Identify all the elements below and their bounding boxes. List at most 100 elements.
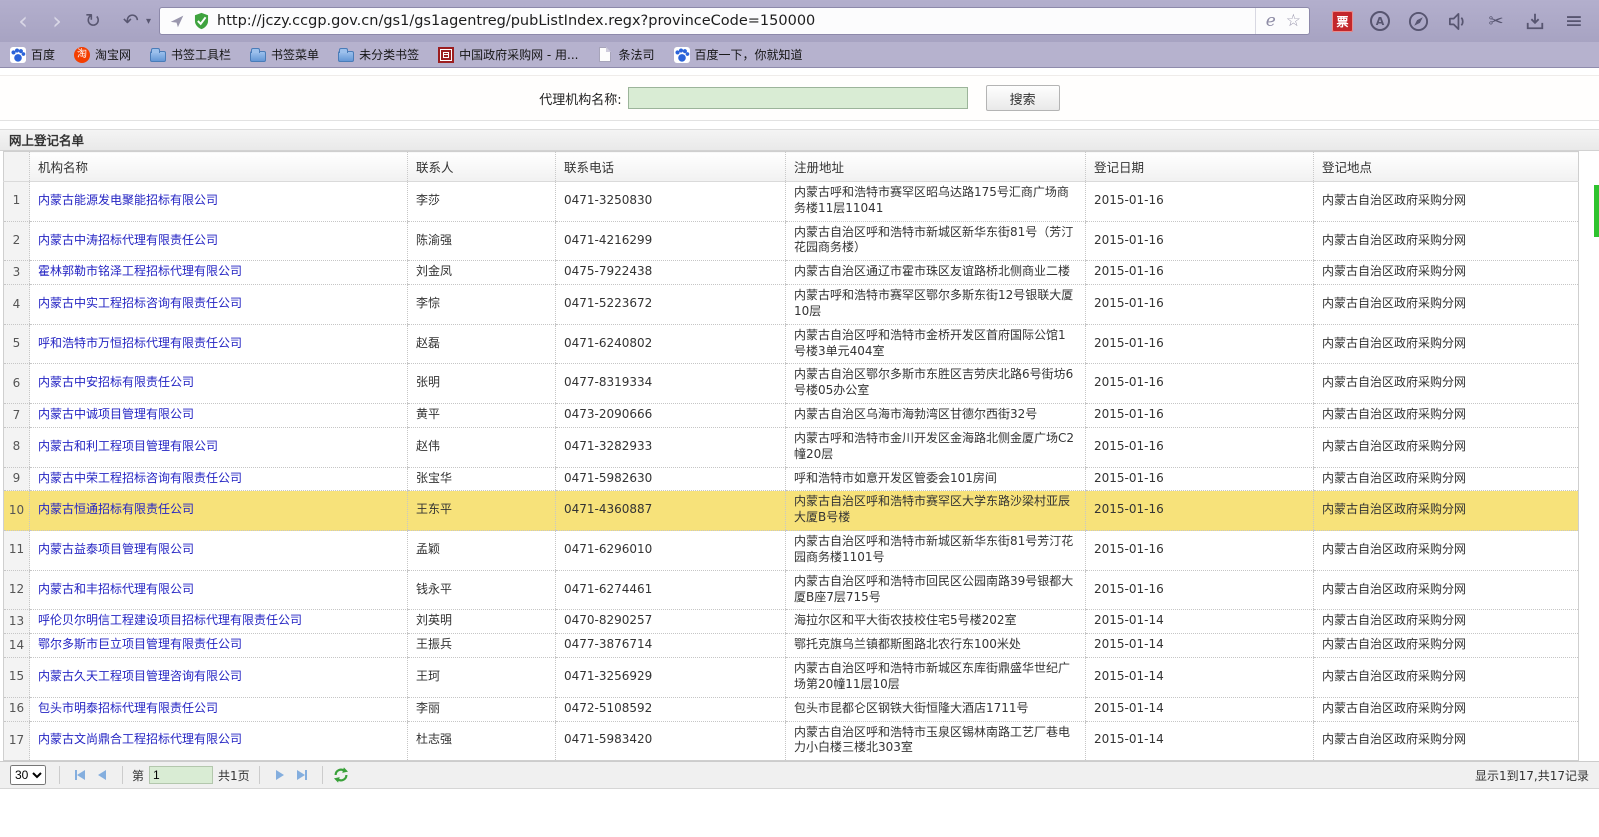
org-name-link[interactable]: 内蒙古益泰项目管理有限公司 (38, 542, 194, 556)
compass-icon[interactable] (1407, 10, 1429, 32)
place-cell: 内蒙古自治区政府采购分网 (1314, 285, 1579, 325)
contact-cell: 刘英明 (408, 610, 556, 634)
phone-cell: 0471-6296010 (556, 531, 786, 571)
col-org-name: 机构名称 (30, 152, 408, 182)
place-cell: 内蒙古自治区政府采购分网 (1314, 721, 1579, 761)
address-cell: 内蒙古呼和浩特市赛罕区昭乌达路175号汇商广场商务楼11层11041 (786, 182, 1086, 222)
page-size-select[interactable]: 30 (10, 765, 46, 785)
first-page-button[interactable] (69, 765, 91, 785)
org-name-link[interactable]: 霍林郭勒市铭泽工程招标代理有限公司 (38, 264, 242, 278)
org-name-cell: 霍林郭勒市铭泽工程招标代理有限公司 (30, 261, 408, 285)
contact-cell: 赵磊 (408, 324, 556, 364)
history-back-button[interactable]: ↶ (116, 1, 146, 41)
ie-view-icon[interactable]: e (1266, 11, 1276, 31)
history-dropdown-caret[interactable]: ▾ (146, 16, 151, 27)
list-title: 网上登记名单 (0, 129, 1599, 151)
place-cell: 内蒙古自治区政府采购分网 (1314, 570, 1579, 610)
last-page-button[interactable] (291, 765, 313, 785)
bookmarks-bar: 百度 淘 淘宝网 书签工具栏 书签菜单 未分类书签 中国政府采购网 - 用...… (0, 42, 1599, 68)
address-cell: 内蒙古自治区呼和浩特市金桥开发区首府国际公馆1号楼3单元404室 (786, 324, 1086, 364)
table-row: 12 内蒙古和丰招标代理有限公司 钱永平 0471-6274461 内蒙古自治区… (4, 570, 1579, 610)
org-name-link[interactable]: 内蒙古久天工程项目管理咨询有限公司 (38, 669, 242, 683)
table-row: 2 内蒙古中涛招标代理有限责任公司 陈渝强 0471-4216299 内蒙古自治… (4, 221, 1579, 261)
search-button[interactable]: 搜索 (986, 85, 1060, 111)
phone-cell: 0471-4360887 (556, 491, 786, 531)
org-name-link[interactable]: 包头市明泰招标代理有限责任公司 (38, 701, 218, 715)
folder-icon (150, 51, 166, 62)
reload-list-icon[interactable] (332, 766, 350, 784)
pagination-bar: 30 第 共1页 显示1到17,共17记录 (0, 761, 1599, 789)
address-cell: 内蒙古自治区通辽市霍市珠区友谊路桥北侧商业二楼 (786, 261, 1086, 285)
row-number: 13 (4, 610, 30, 634)
table-row: 14 鄂尔多斯市巨立项目管理有限责任公司 王振兵 0477-3876714 鄂托… (4, 634, 1579, 658)
ticket-extension-icon[interactable]: 票 (1332, 11, 1353, 32)
address-cell: 鄂托克旗乌兰镇都斯图路北农行东100米处 (786, 634, 1086, 658)
refresh-button[interactable]: ↻ (78, 1, 108, 41)
forward-button[interactable]: › (44, 1, 70, 41)
org-name-cell: 鄂尔多斯市巨立项目管理有限责任公司 (30, 634, 408, 658)
next-page-button[interactable] (269, 765, 291, 785)
org-name-link[interactable]: 内蒙古中荣工程招标咨询有限责任公司 (38, 471, 242, 485)
org-name-link[interactable]: 内蒙古和丰招标代理有限公司 (38, 582, 194, 596)
row-number: 15 (4, 658, 30, 698)
phone-cell: 0472-5108592 (556, 697, 786, 721)
bookmark-item[interactable]: 未分类书签 (338, 46, 419, 63)
baidu-bookmark-icon (10, 47, 26, 63)
menu-icon[interactable]: ≡ (1563, 10, 1585, 32)
bookmark-label: 百度 (31, 46, 55, 63)
date-cell: 2015-01-16 (1086, 491, 1314, 531)
place-cell: 内蒙古自治区政府采购分网 (1314, 658, 1579, 698)
org-name-link[interactable]: 内蒙古中涛招标代理有限责任公司 (38, 233, 218, 247)
place-cell: 内蒙古自治区政府采购分网 (1314, 610, 1579, 634)
address-cell: 内蒙古呼和浩特市金川开发区金海路北侧金厦广场C2幢20层 (786, 427, 1086, 467)
org-name-link[interactable]: 内蒙古中诚项目管理有限公司 (38, 407, 194, 421)
download-icon[interactable] (1524, 10, 1546, 32)
bookmark-item[interactable]: 淘 淘宝网 (74, 46, 131, 63)
contact-cell: 赵伟 (408, 427, 556, 467)
org-name-link[interactable]: 呼伦贝尔明信工程建设项目招标代理有限责任公司 (38, 613, 302, 627)
bookmark-item[interactable]: 书签菜单 (250, 46, 319, 63)
speaker-icon[interactable] (1446, 10, 1468, 32)
address-cell: 内蒙古自治区乌海市海勃湾区甘德尔西街32号 (786, 404, 1086, 428)
bookmark-item[interactable]: 书签工具栏 (150, 46, 231, 63)
org-name-cell: 内蒙古和丰招标代理有限公司 (30, 570, 408, 610)
bookmark-star-icon[interactable]: ☆ (1286, 11, 1301, 31)
url-bar[interactable]: http://jczy.ccgp.gov.cn/gs1/gs1agentreg/… (159, 7, 1310, 35)
org-name-link[interactable]: 内蒙古和利工程项目管理有限公司 (38, 439, 218, 453)
contact-cell: 张明 (408, 364, 556, 404)
bookmark-item[interactable]: 条法司 (597, 46, 654, 63)
table-row: 10 内蒙古恒通招标有限责任公司 王东平 0471-4360887 内蒙古自治区… (4, 491, 1579, 531)
page-number-input[interactable] (149, 766, 213, 784)
reader-mode-icon[interactable]: A (1370, 11, 1390, 31)
org-name-link[interactable]: 内蒙古文尚鼎合工程招标代理有限公司 (38, 732, 242, 746)
table-row: 15 内蒙古久天工程项目管理咨询有限公司 王珂 0471-3256929 内蒙古… (4, 658, 1579, 698)
org-name-link[interactable]: 内蒙古中实工程招标咨询有限责任公司 (38, 296, 242, 310)
row-number: 1 (4, 182, 30, 222)
date-cell: 2015-01-14 (1086, 610, 1314, 634)
agency-name-input[interactable] (628, 87, 968, 109)
org-name-link[interactable]: 内蒙古恒通招标有限责任公司 (38, 502, 194, 516)
back-button[interactable]: ‹ (10, 1, 36, 41)
scrollbar-thumb[interactable] (1594, 185, 1599, 237)
org-name-link[interactable]: 内蒙古中安招标有限责任公司 (38, 375, 194, 389)
phone-cell: 0471-5983420 (556, 721, 786, 761)
bookmark-item[interactable]: 中国政府采购网 - 用... (438, 46, 578, 63)
row-number: 7 (4, 404, 30, 428)
org-name-link[interactable]: 鄂尔多斯市巨立项目管理有限责任公司 (38, 637, 242, 651)
org-name-link[interactable]: 呼和浩特市万恒招标代理有限责任公司 (38, 336, 242, 350)
phone-cell: 0473-2090666 (556, 404, 786, 428)
row-number: 17 (4, 721, 30, 761)
url-text[interactable]: http://jczy.ccgp.gov.cn/gs1/gs1agentreg/… (217, 13, 1248, 29)
address-cell: 内蒙古自治区呼和浩特市赛罕区大学东路沙梁村亚辰大厦B号楼 (786, 491, 1086, 531)
contact-cell: 李丽 (408, 697, 556, 721)
org-name-link[interactable]: 内蒙古能源发电聚能招标有限公司 (38, 193, 218, 207)
table-row: 7 内蒙古中诚项目管理有限公司 黄平 0473-2090666 内蒙古自治区乌海… (4, 404, 1579, 428)
table-row: 17 内蒙古文尚鼎合工程招标代理有限公司 杜志强 0471-5983420 内蒙… (4, 721, 1579, 761)
registry-table-body: 1 内蒙古能源发电聚能招标有限公司 李莎 0471-3250830 内蒙古呼和浩… (4, 182, 1579, 761)
bookmark-item[interactable]: 百度一下，你就知道 (674, 46, 803, 63)
prev-page-button[interactable] (91, 765, 113, 785)
bookmark-item[interactable]: 百度 (10, 46, 55, 63)
bookmark-label: 百度一下，你就知道 (695, 46, 803, 63)
scissors-icon[interactable]: ✂ (1485, 10, 1507, 32)
row-number: 6 (4, 364, 30, 404)
